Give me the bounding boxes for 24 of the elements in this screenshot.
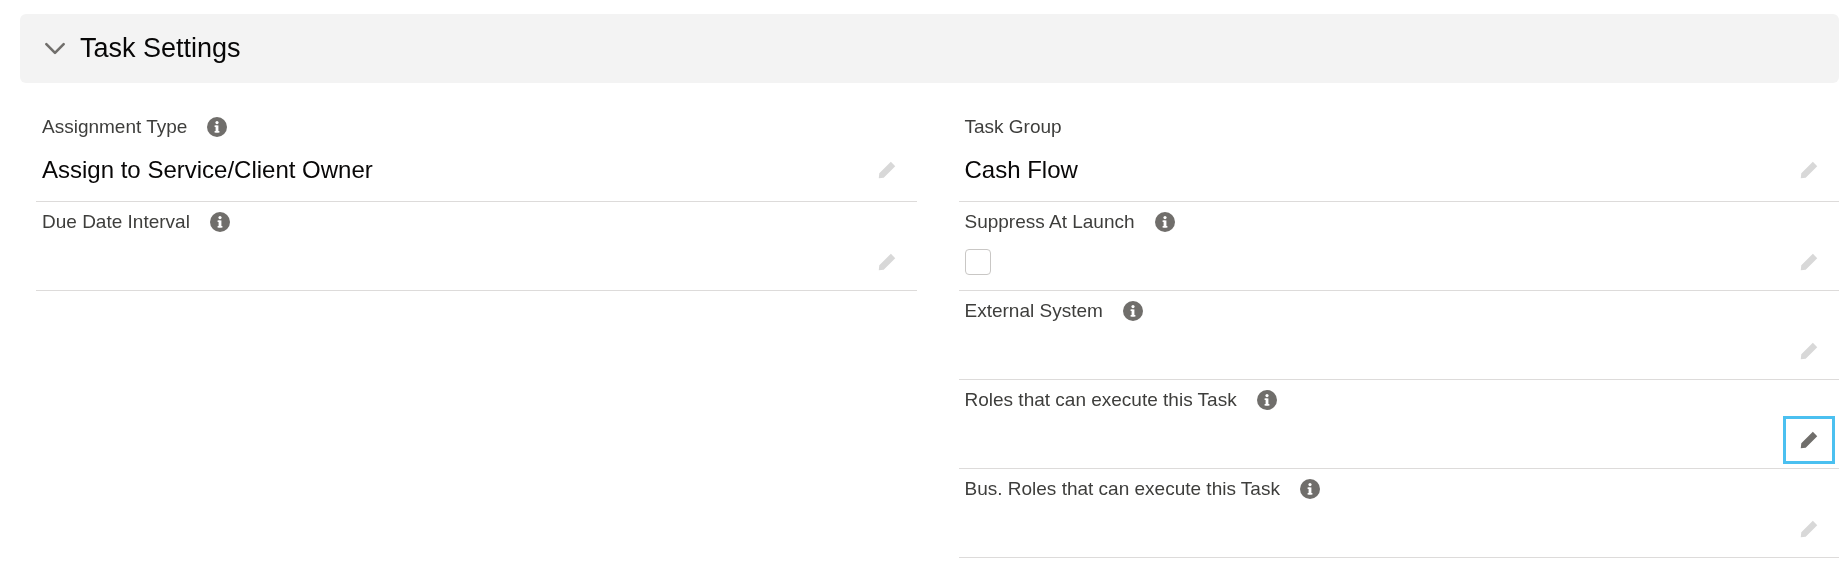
edit-button[interactable] — [1783, 416, 1835, 464]
field-value: Cash Flow — [964, 156, 1078, 184]
info-icon[interactable] — [1122, 301, 1143, 321]
field-label: Due Date Interval — [42, 211, 190, 233]
field-label: Task Group — [964, 116, 1062, 138]
pencil-icon — [1798, 340, 1820, 362]
info-icon[interactable] — [1154, 212, 1175, 232]
info-icon[interactable] — [1256, 390, 1277, 410]
info-icon[interactable] — [207, 117, 228, 137]
field-label: Suppress At Launch — [964, 211, 1135, 233]
chevron-icon — [44, 42, 66, 55]
pencil-icon — [1798, 518, 1820, 540]
field-label: Bus. Roles that can execute this Task — [964, 478, 1280, 500]
info-icon[interactable] — [1299, 479, 1320, 499]
checkbox[interactable] — [964, 249, 991, 275]
field-label: Roles that can execute this Task — [964, 389, 1237, 411]
field-label: Assignment Type — [42, 116, 188, 138]
pencil-icon — [1798, 251, 1820, 273]
pencil-icon — [1798, 429, 1820, 451]
field-label: External System — [964, 300, 1103, 322]
pencil-icon — [1798, 159, 1820, 181]
section-header[interactable]: Task Settings — [20, 14, 1839, 83]
info-icon[interactable] — [209, 212, 230, 232]
field-value: Assign to Service/Client Owner — [42, 156, 373, 184]
